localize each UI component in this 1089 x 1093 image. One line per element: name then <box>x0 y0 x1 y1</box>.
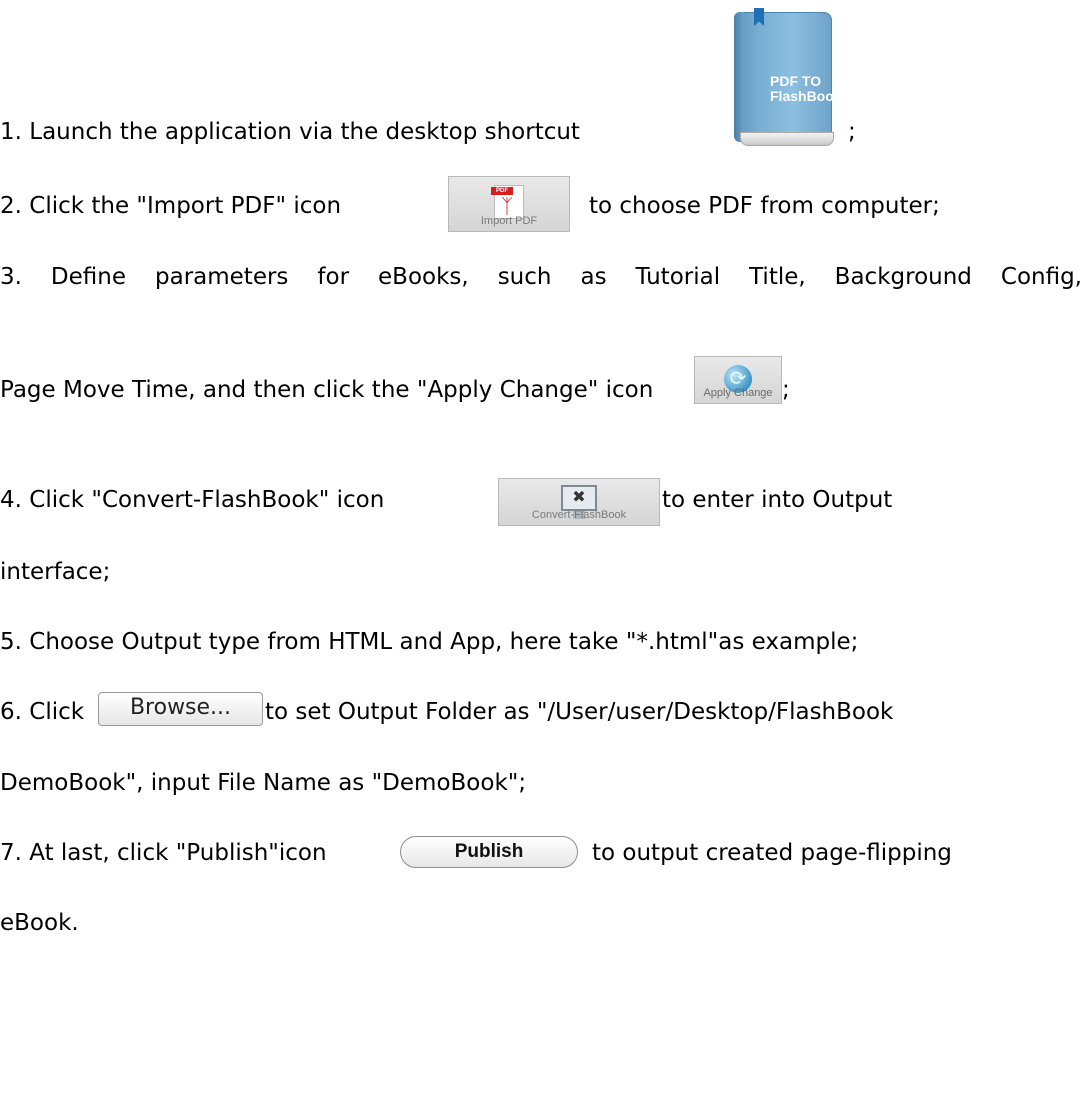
step-6-line-2: DemoBook", input File Name as "DemoBook"… <box>0 770 527 796</box>
step-4-text-before: 4. Click "Convert-FlashBook" icon <box>0 487 385 513</box>
book-spine <box>734 12 744 142</box>
step-2-text-after: to choose PDF from computer; <box>589 193 940 219</box>
browse-button[interactable]: Browse... <box>98 692 263 726</box>
pdf-document-icon: PDF ᛉ <box>491 185 524 219</box>
publish-button[interactable]: Publish <box>400 836 578 868</box>
import-pdf-caption: Import PDF <box>480 215 538 227</box>
step-3-end: ; <box>782 377 790 403</box>
monitor-tools-icon: ✖ <box>561 485 597 511</box>
acrobat-icon: ᛉ <box>501 196 513 218</box>
pdf-tag: PDF <box>491 187 513 195</box>
tools-icon: ✖ <box>572 489 586 506</box>
step-3-line-2: Page Move Time, and then click the "Appl… <box>0 377 654 403</box>
import-pdf-icon[interactable]: PDF ᛉ Import PDF <box>448 176 570 232</box>
step-7-text-after: to output created page-flipping <box>592 840 952 866</box>
convert-flashbook-caption: Convert-FlashBook <box>531 509 627 521</box>
convert-flashbook-icon[interactable]: ✖ Convert-FlashBook <box>498 478 660 526</box>
step-2-text-before: 2. Click the "Import PDF" icon <box>0 193 342 219</box>
step-1-end: ; <box>848 119 856 145</box>
apply-change-caption: Apply Change <box>703 387 773 399</box>
book-pages <box>740 132 834 146</box>
step-7-line-2: eBook. <box>0 910 79 936</box>
book-icon-label: PDF TO FlashBook <box>770 73 842 104</box>
step-4-line-2: interface; <box>0 559 111 585</box>
step-3-line-1: 3. Define parameters for eBooks, such as… <box>0 264 1082 290</box>
step-6-text-after: to set Output Folder as "/User/user/Desk… <box>265 699 894 725</box>
instructions-document: 1. Launch the application via the deskto… <box>0 0 1089 1093</box>
apply-change-icon[interactable]: ⟳ Apply Change <box>694 356 782 404</box>
step-7-text-before: 7. At last, click "Publish"icon <box>0 840 327 866</box>
flashbook-app-icon[interactable]: PDF TO FlashBook <box>734 8 842 152</box>
step-6-text-before: 6. Click <box>0 699 85 725</box>
step-4-text-after: to enter into Output <box>662 487 893 513</box>
step-5-text: 5. Choose Output type from HTML and App,… <box>0 629 859 655</box>
step-1-text: 1. Launch the application via the deskto… <box>0 119 580 145</box>
